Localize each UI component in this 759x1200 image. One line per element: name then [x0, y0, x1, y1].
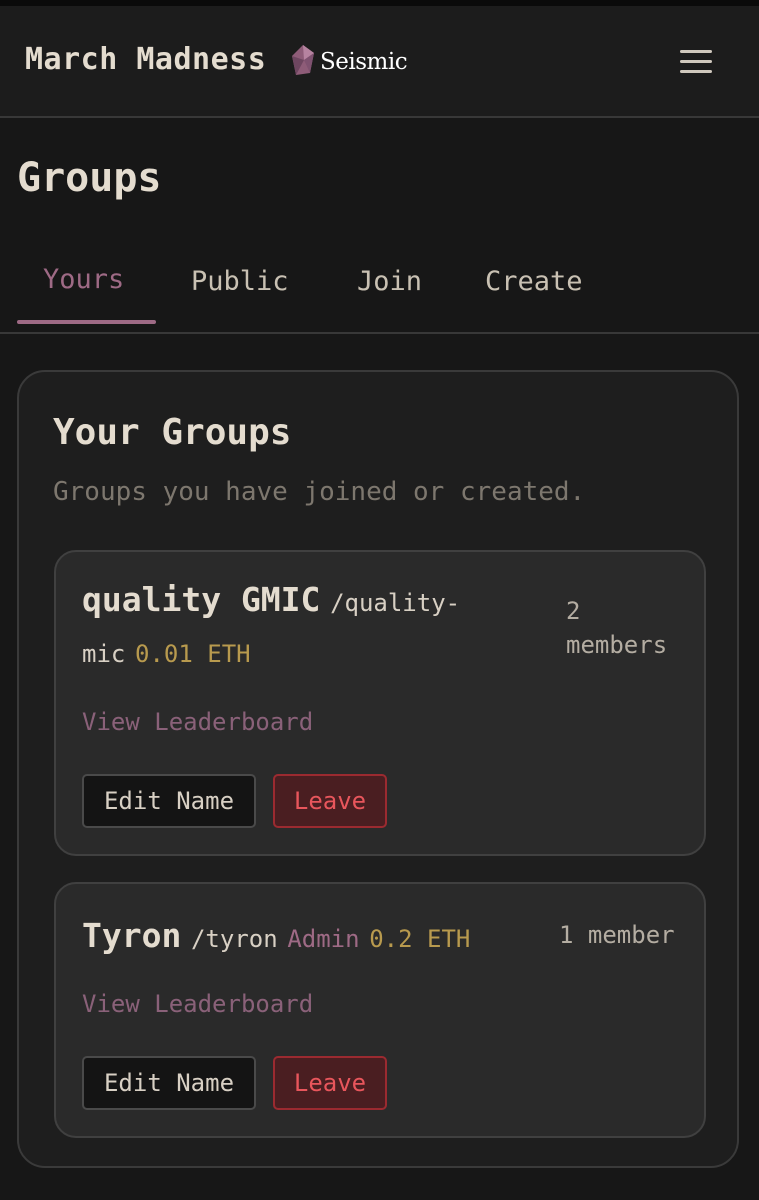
hamburger-menu-icon[interactable] — [672, 42, 720, 82]
edit-name-button[interactable]: Edit Name — [82, 774, 256, 828]
leave-button[interactable]: Leave — [273, 774, 387, 828]
tab-yours[interactable]: Yours — [43, 264, 124, 295]
page-title: Groups — [17, 155, 162, 201]
tabs-divider — [0, 332, 759, 334]
entry-price: 0.2 ETH — [369, 925, 471, 953]
brand-label: Seismic — [320, 49, 408, 75]
panel-subtitle: Groups you have joined or created. — [53, 477, 586, 507]
group-slug-continued: mic — [82, 640, 126, 668]
entry-price: 0.01 ETH — [135, 640, 251, 668]
active-tab-indicator — [17, 320, 156, 324]
leave-button[interactable]: Leave — [273, 1056, 387, 1110]
app-title: March Madness — [25, 42, 267, 77]
seismic-gem-icon — [290, 44, 316, 80]
role-badge: Admin — [287, 925, 360, 953]
member-count-number: 2 — [566, 597, 581, 625]
group-name: quality GMIC — [82, 580, 321, 619]
panel-title: Your Groups — [53, 412, 292, 453]
member-count: 2 members — [566, 594, 667, 662]
your-groups-panel: Your Groups Groups you have joined or cr… — [17, 370, 739, 1168]
group-name: Tyron — [82, 916, 182, 955]
brand-logo: Seismic — [290, 44, 408, 80]
group-slug: /tyron — [190, 925, 278, 953]
view-leaderboard-link[interactable]: View Leaderboard — [82, 990, 313, 1018]
group-card: quality GMIC /quality- mic 0.01 ETH 2 me… — [54, 550, 706, 856]
edit-name-button[interactable]: Edit Name — [82, 1056, 256, 1110]
tab-join[interactable]: Join — [357, 266, 422, 297]
group-slug: /quality- — [330, 589, 461, 617]
group-card: Tyron /tyron Admin 0.2 ETH 1 member View… — [54, 882, 706, 1138]
app-header: March Madness Seismic — [0, 6, 759, 118]
view-leaderboard-link[interactable]: View Leaderboard — [82, 708, 313, 736]
member-count-label: members — [566, 631, 668, 659]
member-count: 1 member — [559, 921, 675, 949]
group-tabs: Yours Public Join Create — [17, 252, 759, 334]
tab-public[interactable]: Public — [191, 266, 289, 297]
tab-create[interactable]: Create — [485, 266, 583, 297]
